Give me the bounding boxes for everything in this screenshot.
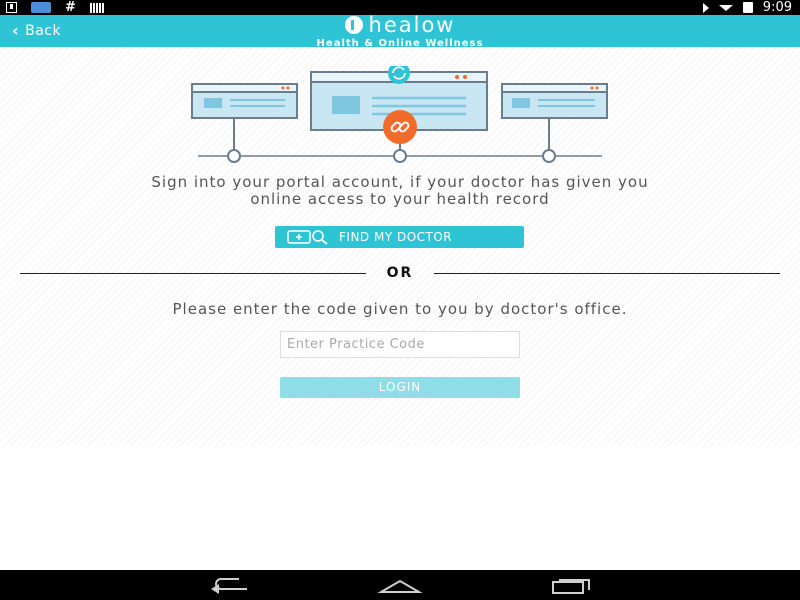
- divider-line-right: [434, 273, 780, 274]
- status-right-icons: 9:09: [702, 0, 792, 15]
- sign-in-text-line2: online access to your health record: [250, 190, 550, 208]
- chevron-left-icon: ‹: [12, 21, 20, 40]
- brand: healow Health & Online Wellness: [0, 13, 800, 50]
- back-nav-icon[interactable]: [207, 576, 253, 594]
- hash-icon: #: [65, 0, 76, 15]
- link-icon: [383, 110, 417, 144]
- divider-line-left: [20, 273, 366, 274]
- brand-logo: healow: [344, 13, 456, 37]
- home-nav-icon[interactable]: [377, 576, 423, 594]
- recents-nav-icon[interactable]: [549, 576, 595, 594]
- app-notification-icon: [31, 2, 51, 13]
- right-window-icon: [501, 83, 608, 163]
- healow-logo-icon: [344, 16, 363, 34]
- download-icon: [6, 2, 17, 13]
- back-button[interactable]: ‹ Back: [12, 20, 61, 42]
- sign-in-text-line1: Sign into your portal account, if your d…: [151, 173, 649, 191]
- empty-area: [0, 446, 800, 570]
- wifi-icon: [718, 4, 733, 11]
- mute-icon: [702, 2, 709, 13]
- practice-code-input[interactable]: [280, 331, 520, 358]
- login-button[interactable]: LOGIN: [280, 377, 520, 398]
- find-my-doctor-button[interactable]: FIND MY DOCTOR: [275, 226, 524, 248]
- app-header: healow Health & Online Wellness ‹ Back: [0, 13, 800, 50]
- or-label: OR: [386, 265, 414, 281]
- navigation-bar: [0, 570, 800, 600]
- or-divider: OR: [20, 265, 780, 281]
- main-content: Sign into your portal account, if your d…: [0, 47, 800, 446]
- find-my-doctor-label: FIND MY DOCTOR: [339, 230, 453, 244]
- back-label: Back: [25, 23, 62, 39]
- status-time: 9:09: [762, 0, 792, 15]
- code-prompt: Please enter the code given to you by do…: [172, 300, 628, 318]
- brand-name: healow: [368, 13, 456, 37]
- find-doctor-icon: [287, 230, 328, 245]
- portal-illustration: [191, 66, 608, 163]
- barcode-icon: [89, 2, 104, 13]
- status-left-icons: #: [6, 0, 104, 15]
- battery-icon: [742, 2, 753, 13]
- left-window-icon: [191, 83, 298, 163]
- sign-in-instructions: Sign into your portal account, if your d…: [0, 174, 800, 208]
